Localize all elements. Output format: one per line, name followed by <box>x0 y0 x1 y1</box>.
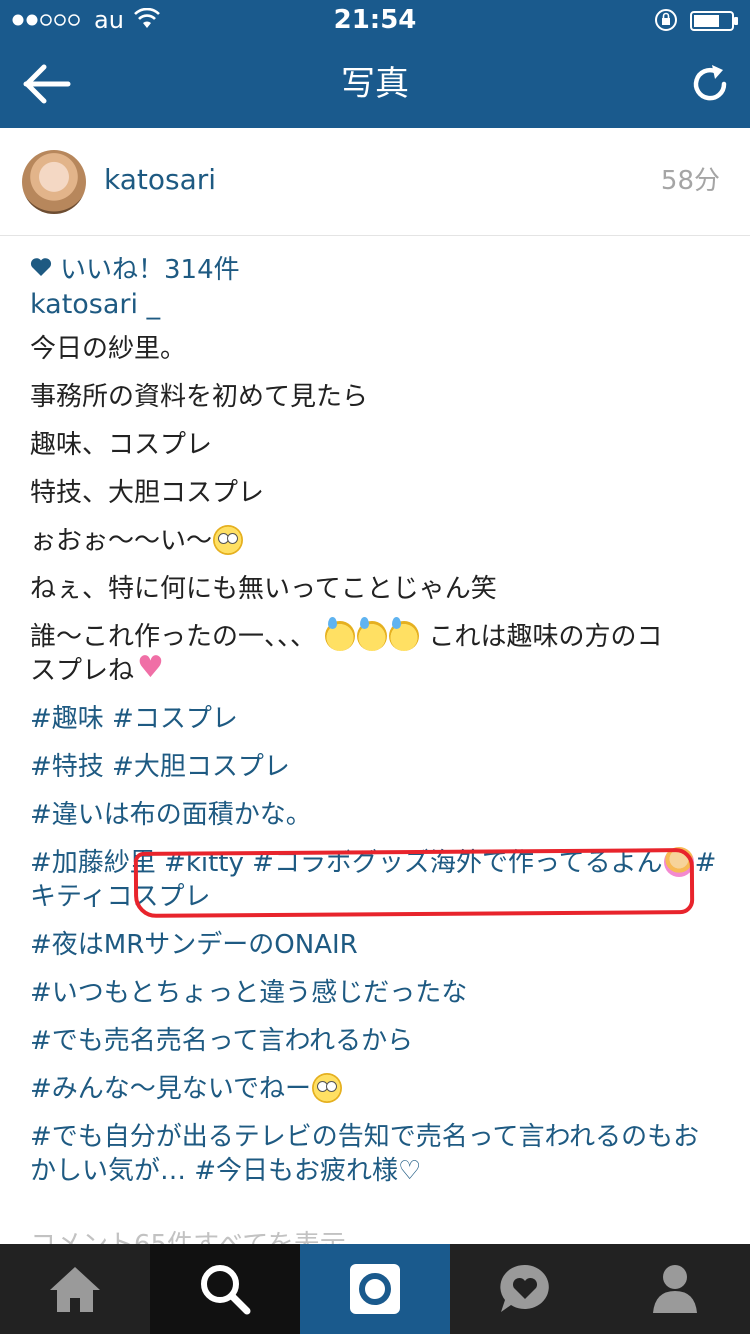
sweat-face-emoji-icon <box>325 617 356 651</box>
post-header: katosari 58分 <box>0 128 750 236</box>
caption-line: ぉおぉ〜〜い〜 <box>30 524 720 558</box>
red-annotation-outline <box>133 848 695 918</box>
hashtag-line[interactable]: #夜はMRサンデーのONAIR <box>30 928 720 962</box>
activity-icon <box>500 1264 549 1312</box>
caption-line: 誰〜これ作ったの一、、、 これは趣味の方のコ <box>30 617 720 654</box>
caption: katosari _ 今日の紗里。 事務所の資料を初めて見たら 趣味、コスプレ … <box>30 288 720 1202</box>
caption-line: 趣味、コスプレ <box>30 430 213 460</box>
caption-line: 事務所の資料を初めて見たら <box>30 382 369 412</box>
tab-activity[interactable] <box>450 1244 600 1334</box>
hashtag-text[interactable]: #みんな〜見ないでねー <box>30 1074 311 1104</box>
navigation-bar: 写真 <box>0 40 750 128</box>
post-timestamp: 58分 <box>660 166 720 196</box>
sweat-face-emoji-icon <box>389 617 420 651</box>
heart-icon <box>30 258 52 276</box>
camera-icon <box>350 1264 400 1314</box>
tab-search[interactable] <box>150 1244 300 1334</box>
hashtag-text[interactable]: # <box>695 848 717 878</box>
eye-roll-emoji-icon <box>312 1073 343 1103</box>
caption-text: これは趣味の方のコ <box>428 622 663 652</box>
hashtag-line[interactable]: #みんな〜見ないでねー <box>30 1072 720 1106</box>
caption-text: 誰〜これ作ったの一、、、 <box>30 622 317 652</box>
caption-line: ねぇ、特に何にも無いってことじゃん笑 <box>30 574 497 604</box>
hashtag-line[interactable]: #違いは布の面積かな。 <box>30 798 720 832</box>
caption-line: スプレね <box>30 651 720 688</box>
page-title: 写真 <box>341 64 409 104</box>
profile-icon <box>653 1265 697 1313</box>
battery-icon <box>690 11 738 31</box>
likes-label: いいね！314件 <box>60 254 240 285</box>
hashtag-line[interactable]: かしい気が… #今日もお疲れ様♡ <box>30 1154 720 1188</box>
hashtag-line[interactable]: #でも自分が出るテレビの告知で売名って言われるのもお <box>30 1120 720 1154</box>
pink-heart-emoji-icon <box>135 651 165 685</box>
tab-home[interactable] <box>0 1244 150 1334</box>
hashtag-line[interactable]: #特技 #大胆コスプレ <box>30 750 720 784</box>
post-username[interactable]: katosari <box>104 162 216 198</box>
hashtag-line[interactable]: #趣味 #コスプレ <box>30 702 720 736</box>
tab-profile[interactable] <box>600 1244 750 1334</box>
rotation-lock-icon <box>655 9 677 31</box>
tab-bar <box>0 1244 750 1334</box>
caption-line: 特技、大胆コスプレ <box>30 478 265 508</box>
home-icon <box>50 1267 100 1312</box>
refresh-icon[interactable] <box>688 62 732 106</box>
eye-roll-emoji-icon <box>213 525 244 555</box>
hashtag-line[interactable]: #でも売名売名って言われるから <box>30 1024 720 1058</box>
sweat-face-emoji-icon <box>357 617 388 651</box>
status-bar: au 21:54 <box>0 0 750 40</box>
clock: 21:54 <box>333 5 417 35</box>
search-icon <box>201 1265 251 1315</box>
caption-text: スプレね <box>30 656 135 686</box>
tab-camera[interactable] <box>300 1244 450 1334</box>
caption-author[interactable]: katosari _ <box>30 288 720 322</box>
avatar[interactable] <box>22 150 86 214</box>
hashtag-line[interactable]: #いつもとちょっと違う感じだったな <box>30 976 720 1010</box>
likes-count[interactable]: いいね！314件 <box>30 250 240 285</box>
caption-text: ぉおぉ〜〜い〜 <box>30 526 213 556</box>
caption-line: 今日の紗里。 <box>30 334 187 364</box>
